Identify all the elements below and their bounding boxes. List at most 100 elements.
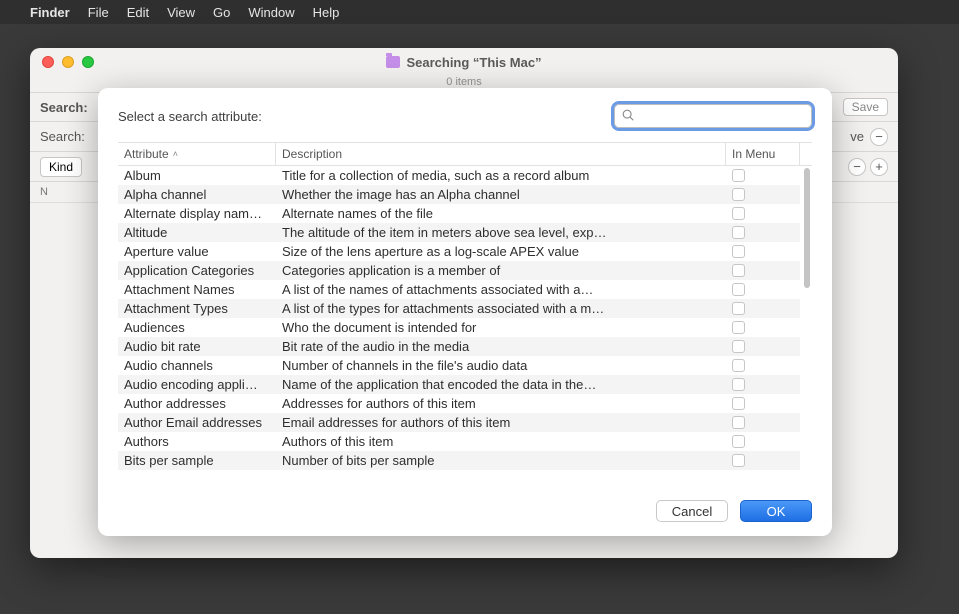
add-rule-button[interactable]: + xyxy=(870,158,888,176)
col-spacer xyxy=(800,143,812,165)
table-row[interactable]: AuthorsAuthors of this item xyxy=(118,432,800,451)
inmenu-checkbox[interactable] xyxy=(732,264,745,277)
inmenu-cell xyxy=(726,340,800,353)
dialog-title: Select a search attribute: xyxy=(118,109,262,124)
desc-cell: Categories application is a member of xyxy=(276,263,726,278)
inmenu-checkbox[interactable] xyxy=(732,283,745,296)
col-attribute[interactable]: Attribute ˄ xyxy=(118,143,276,165)
inmenu-checkbox[interactable] xyxy=(732,226,745,239)
desc-cell: Whether the image has an Alpha channel xyxy=(276,187,726,202)
search-label-2: Search: xyxy=(40,129,85,144)
desc-cell: Who the document is intended for xyxy=(276,320,726,335)
inmenu-checkbox[interactable] xyxy=(732,378,745,391)
attr-cell: Authors xyxy=(118,434,276,449)
inmenu-cell xyxy=(726,302,800,315)
inmenu-cell xyxy=(726,454,800,467)
ok-button[interactable]: OK xyxy=(740,500,812,522)
attr-cell: Album xyxy=(118,168,276,183)
inmenu-cell xyxy=(726,321,800,334)
attr-cell: Author addresses xyxy=(118,396,276,411)
attr-cell: Audio encoding appli… xyxy=(118,377,276,392)
table-row[interactable]: Author addressesAddresses for authors of… xyxy=(118,394,800,413)
attr-cell: Bits per sample xyxy=(118,453,276,468)
inmenu-checkbox[interactable] xyxy=(732,397,745,410)
scrollbar[interactable] xyxy=(804,168,810,288)
col-description[interactable]: Description xyxy=(276,143,726,165)
desc-cell: Addresses for authors of this item xyxy=(276,396,726,411)
inmenu-checkbox[interactable] xyxy=(732,245,745,258)
table-row[interactable]: Audio bit rateBit rate of the audio in t… xyxy=(118,337,800,356)
inmenu-cell xyxy=(726,359,800,372)
attr-cell: Aperture value xyxy=(118,244,276,259)
menu-help[interactable]: Help xyxy=(313,5,340,20)
attribute-dialog: Select a search attribute: Attribute ˄ D… xyxy=(98,88,832,536)
desc-cell: A list of the names of attachments assoc… xyxy=(276,282,726,297)
inmenu-cell xyxy=(726,169,800,182)
inmenu-checkbox[interactable] xyxy=(732,302,745,315)
search-icon xyxy=(621,108,635,122)
col-in-menu[interactable]: In Menu xyxy=(726,143,800,165)
menu-go[interactable]: Go xyxy=(213,5,230,20)
table-row[interactable]: AudiencesWho the document is intended fo… xyxy=(118,318,800,337)
table-row[interactable]: Alpha channelWhether the image has an Al… xyxy=(118,185,800,204)
table-row[interactable]: Author Email addressesEmail addresses fo… xyxy=(118,413,800,432)
attr-cell: Alternate display nam… xyxy=(118,206,276,221)
inmenu-cell xyxy=(726,245,800,258)
desc-cell: Email addresses for authors of this item xyxy=(276,415,726,430)
attr-cell: Author Email addresses xyxy=(118,415,276,430)
attr-cell: Application Categories xyxy=(118,263,276,278)
menu-view[interactable]: View xyxy=(167,5,195,20)
attr-cell: Attachment Types xyxy=(118,301,276,316)
window-title: Searching “This Mac” xyxy=(406,55,541,70)
app-menu[interactable]: Finder xyxy=(30,5,70,20)
inmenu-checkbox[interactable] xyxy=(732,340,745,353)
attr-cell: Audiences xyxy=(118,320,276,335)
inmenu-checkbox[interactable] xyxy=(732,416,745,429)
attr-cell: Attachment Names xyxy=(118,282,276,297)
attr-cell: Altitude xyxy=(118,225,276,240)
inmenu-checkbox[interactable] xyxy=(732,207,745,220)
dialog-search xyxy=(614,104,812,128)
attr-cell: Alpha channel xyxy=(118,187,276,202)
table-row[interactable]: Audio channelsNumber of channels in the … xyxy=(118,356,800,375)
inmenu-cell xyxy=(726,283,800,296)
inmenu-cell xyxy=(726,435,800,448)
inmenu-checkbox[interactable] xyxy=(732,188,745,201)
table-row[interactable]: AltitudeThe altitude of the item in mete… xyxy=(118,223,800,242)
search-label: Search: xyxy=(40,100,88,115)
table-row[interactable]: Alternate display nam…Alternate names of… xyxy=(118,204,800,223)
inmenu-cell xyxy=(726,264,800,277)
table-header: Attribute ˄ Description In Menu xyxy=(118,142,812,166)
sort-ascending-icon: ˄ xyxy=(173,149,178,159)
inmenu-cell xyxy=(726,226,800,239)
save-search-button[interactable]: Save xyxy=(843,98,888,116)
desc-cell: Authors of this item xyxy=(276,434,726,449)
desc-cell: Alternate names of the file xyxy=(276,206,726,221)
cancel-button[interactable]: Cancel xyxy=(656,500,728,522)
scope-partial: ve xyxy=(850,129,864,144)
menu-edit[interactable]: Edit xyxy=(127,5,149,20)
kind-dropdown[interactable]: Kind xyxy=(40,157,82,177)
inmenu-checkbox[interactable] xyxy=(732,454,745,467)
remove-criteria-button[interactable]: − xyxy=(870,128,888,146)
search-input[interactable] xyxy=(614,104,812,128)
menu-window[interactable]: Window xyxy=(248,5,294,20)
menubar: Finder File Edit View Go Window Help xyxy=(0,0,959,24)
desc-cell: Name of the application that encoded the… xyxy=(276,377,726,392)
table-row[interactable]: AlbumTitle for a collection of media, su… xyxy=(118,166,800,185)
inmenu-checkbox[interactable] xyxy=(732,435,745,448)
titlebar: Searching “This Mac” xyxy=(30,48,898,76)
inmenu-checkbox[interactable] xyxy=(732,359,745,372)
table-row[interactable]: Bits per sampleNumber of bits per sample xyxy=(118,451,800,470)
attr-cell: Audio channels xyxy=(118,358,276,373)
remove-rule-button[interactable]: − xyxy=(848,158,866,176)
table-row[interactable]: Attachment TypesA list of the types for … xyxy=(118,299,800,318)
inmenu-checkbox[interactable] xyxy=(732,169,745,182)
menu-file[interactable]: File xyxy=(88,5,109,20)
inmenu-checkbox[interactable] xyxy=(732,321,745,334)
table-row[interactable]: Audio encoding appli…Name of the applica… xyxy=(118,375,800,394)
table-row[interactable]: Attachment NamesA list of the names of a… xyxy=(118,280,800,299)
table-row[interactable]: Application CategoriesCategories applica… xyxy=(118,261,800,280)
desc-cell: The altitude of the item in meters above… xyxy=(276,225,726,240)
table-row[interactable]: Aperture valueSize of the lens aperture … xyxy=(118,242,800,261)
